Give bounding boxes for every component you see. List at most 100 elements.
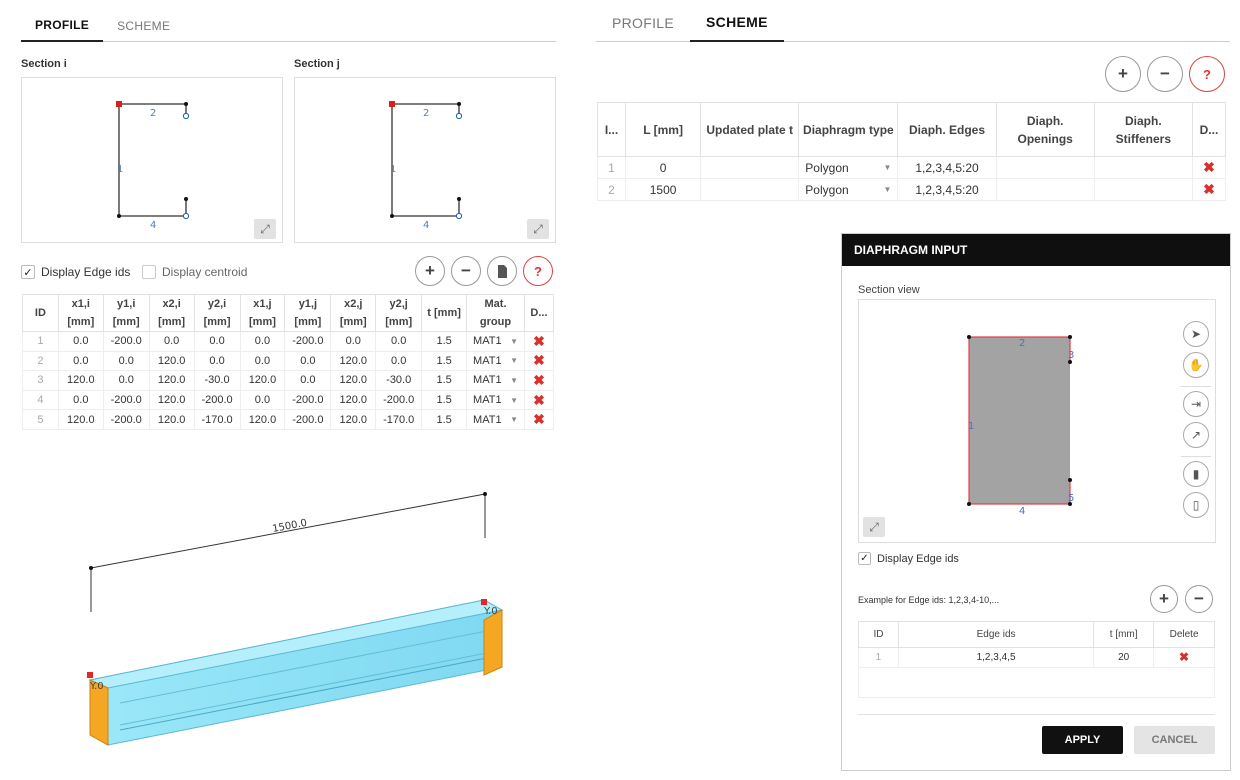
- left-tab-scheme[interactable]: SCHEME: [103, 10, 184, 41]
- edge-cell[interactable]: 120.0: [148, 389, 195, 411]
- edge-cell[interactable]: 120.0: [148, 409, 195, 430]
- edge-cell[interactable]: 120.0: [239, 409, 286, 430]
- cancel-button[interactable]: CANCEL: [1134, 726, 1215, 754]
- add-edge-button[interactable]: +: [415, 256, 445, 286]
- edge-cell[interactable]: 120.0: [148, 350, 195, 372]
- material-group-select[interactable]: MAT1 ▼: [466, 389, 525, 411]
- edge-cell[interactable]: -200.0: [284, 409, 332, 430]
- display-edge-ids-toggle[interactable]: ✓ Display Edge ids: [21, 265, 130, 279]
- delete-row-button[interactable]: ✖: [1191, 178, 1227, 201]
- edge-cell[interactable]: 120.0: [148, 370, 195, 391]
- scheme-cell-stiffeners[interactable]: [1093, 156, 1193, 179]
- delete-row-button[interactable]: ✖: [523, 409, 555, 430]
- diaphragm-edge-row[interactable]: 1 1,2,3,4,5 20 ✖: [858, 647, 1215, 668]
- edge-cell[interactable]: 0.0: [193, 350, 241, 372]
- edge-cell[interactable]: -200.0: [284, 389, 332, 411]
- scheme-cell-length[interactable]: 1500: [625, 178, 702, 201]
- edge-cell[interactable]: 0.0: [239, 350, 286, 372]
- import-file-button[interactable]: [487, 256, 517, 286]
- scheme-help-button[interactable]: ?: [1189, 56, 1225, 92]
- edge-cell[interactable]: -200.0: [375, 389, 423, 411]
- scheme-cell-edges[interactable]: 1,2,3,4,5:20: [897, 156, 997, 179]
- edge-cell[interactable]: -200.0: [102, 409, 150, 430]
- edge-cell[interactable]: -30.0: [375, 370, 423, 391]
- edge-cell[interactable]: 0.0: [284, 370, 332, 391]
- edge-cell[interactable]: 0.0: [239, 389, 286, 411]
- beam-3d-view[interactable]: 1500.0 Y.0 Y.0: [20, 470, 540, 770]
- edge-cell[interactable]: 0.0: [102, 350, 150, 372]
- edge-cell[interactable]: 120.0: [57, 409, 104, 430]
- diaphragm-display-edge-ids-toggle[interactable]: ✓ Display Edge ids: [858, 552, 959, 565]
- edge-row[interactable]: 3 120.0 0.0 120.0 -30.0 120.0 0.0 120.0 -30.0 1.5…: [22, 370, 555, 391]
- scheme-row[interactable]: 1 0 Polygon ▼ 1,2,3,4,5:20 ✖: [596, 156, 1227, 179]
- scheme-cell-stiffeners[interactable]: [1093, 178, 1193, 201]
- remove-scheme-row-button[interactable]: −: [1147, 56, 1183, 92]
- scheme-cell-plate-t[interactable]: [700, 178, 800, 201]
- section-i-view[interactable]: 2 1 4 ⤢: [21, 77, 283, 243]
- edge-cell[interactable]: 0.0: [148, 331, 195, 352]
- checkbox-checked-icon[interactable]: ✓: [858, 552, 871, 565]
- edge-cell[interactable]: 0.0: [193, 331, 241, 352]
- edge-cell[interactable]: 120.0: [330, 350, 377, 372]
- delete-row-button[interactable]: ✖: [1191, 156, 1227, 179]
- edge-cell[interactable]: 0.0: [330, 331, 377, 352]
- left-tab-profile[interactable]: PROFILE: [21, 10, 104, 42]
- add-diaphragm-edge-button[interactable]: +: [1150, 585, 1178, 613]
- edge-cell[interactable]: 120.0: [57, 370, 104, 391]
- delete-row-button[interactable]: ✖: [523, 389, 555, 411]
- remove-edge-button[interactable]: −: [451, 256, 481, 286]
- edge-cell[interactable]: 1.5: [421, 409, 468, 430]
- scheme-cell-openings[interactable]: [995, 178, 1095, 201]
- expand-icon[interactable]: ⤢: [527, 219, 549, 239]
- material-group-select[interactable]: MAT1 ▼: [466, 409, 525, 430]
- edge-cell[interactable]: -200.0: [284, 331, 332, 352]
- expand-icon[interactable]: ⤢: [863, 517, 885, 537]
- scheme-row[interactable]: 2 1500 Polygon ▼ 1,2,3,4,5:20 ✖: [596, 178, 1227, 201]
- pan-tool-button[interactable]: ✋: [1183, 352, 1209, 378]
- display-centroid-toggle[interactable]: Display centroid: [142, 265, 247, 279]
- diaphragm-cell-t[interactable]: 20: [1093, 647, 1155, 668]
- checkbox-unchecked-icon[interactable]: [142, 265, 156, 279]
- diaphragm-section-view[interactable]: 2 3 1 5 4 ➤ ✋ ⇥ ↗ ▮ ▯ ⤢: [858, 299, 1216, 543]
- edge-cell[interactable]: 120.0: [330, 370, 377, 391]
- edge-cell[interactable]: 1.5: [421, 350, 468, 372]
- scheme-cell-edges[interactable]: 1,2,3,4,5:20: [897, 178, 997, 201]
- edge-cell[interactable]: 1.5: [421, 331, 468, 352]
- edge-cell[interactable]: 0.0: [57, 331, 104, 352]
- edge-row[interactable]: 5 120.0 -200.0 120.0 -170.0 120.0 -200.0 120.0-…: [22, 409, 555, 430]
- right-tab-profile[interactable]: PROFILE: [596, 4, 690, 41]
- edge-cell[interactable]: -200.0: [193, 389, 241, 411]
- edge-row[interactable]: 1 0.0 -200.0 0.0 0.0 0.0 -200.0 0.0 0.0 1.5 MAT1 ▼ ✖: [22, 331, 555, 352]
- material-group-select[interactable]: MAT1 ▼: [466, 350, 525, 372]
- bookmark-button[interactable]: ▮: [1183, 461, 1209, 487]
- section-j-view[interactable]: 2 1 4 ⤢: [294, 77, 556, 243]
- edge-cell[interactable]: 120.0: [239, 370, 286, 391]
- edge-cell[interactable]: 1.5: [421, 370, 468, 391]
- edge-cell[interactable]: -170.0: [375, 409, 423, 430]
- diaphragm-type-select[interactable]: Polygon ▼: [798, 178, 899, 201]
- import-button[interactable]: ⇥: [1183, 391, 1209, 417]
- delete-row-button[interactable]: ✖: [523, 370, 555, 391]
- add-scheme-row-button[interactable]: +: [1105, 56, 1141, 92]
- scheme-cell-plate-t[interactable]: [700, 156, 800, 179]
- edge-cell[interactable]: 0.0: [102, 370, 150, 391]
- edge-cell[interactable]: 0.0: [284, 350, 332, 372]
- material-group-select[interactable]: MAT1 ▼: [466, 370, 525, 391]
- edge-cell[interactable]: 120.0: [330, 409, 377, 430]
- expand-icon[interactable]: ⤢: [254, 219, 276, 239]
- edge-cell[interactable]: 0.0: [239, 331, 286, 352]
- edge-cell[interactable]: 0.0: [57, 389, 104, 411]
- edge-row[interactable]: 4 0.0 -200.0 120.0 -200.0 0.0 -200.0 120.0 -200.…: [22, 389, 555, 411]
- edge-cell[interactable]: -30.0: [193, 370, 241, 391]
- edge-cell[interactable]: 0.0: [375, 331, 423, 352]
- apply-button[interactable]: APPLY: [1042, 726, 1123, 754]
- diaphragm-type-select[interactable]: Polygon ▼: [798, 156, 899, 179]
- edge-cell[interactable]: -170.0: [193, 409, 241, 430]
- edge-cell[interactable]: -200.0: [102, 331, 150, 352]
- diaphragm-cell-edge-ids[interactable]: 1,2,3,4,5: [897, 647, 1095, 668]
- right-tab-scheme[interactable]: SCHEME: [690, 4, 784, 42]
- material-group-select[interactable]: MAT1 ▼: [466, 331, 525, 352]
- help-button[interactable]: ?: [523, 256, 553, 286]
- bookmark-outline-button[interactable]: ▯: [1183, 492, 1209, 518]
- scheme-cell-openings[interactable]: [995, 156, 1095, 179]
